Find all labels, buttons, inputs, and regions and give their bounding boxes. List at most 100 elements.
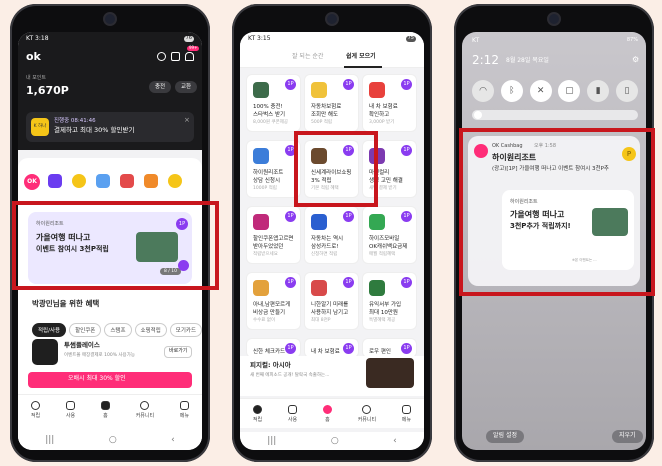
chip-stamp[interactable]: 스탬프	[104, 323, 132, 337]
offer-card[interactable]: 1P 신한 체크카드	[246, 338, 301, 358]
mute-icon[interactable]: ✕	[529, 80, 552, 102]
tab-earn[interactable]: 적립	[253, 404, 262, 423]
offer-line2: 받아두었었던	[253, 244, 284, 250]
phone2-tab-bar: 적립 사용 홈 커뮤니티 메뉴	[240, 398, 424, 428]
charge-button[interactable]: 충전	[149, 81, 172, 94]
chip-earn-use[interactable]: 적립/사용	[32, 323, 67, 337]
offer-line1: 신한 체크카드	[253, 349, 286, 355]
offer-line1: 할인쿠폰앱고르면	[253, 236, 294, 242]
chat-icon	[140, 400, 150, 410]
rotate-icon[interactable]: ▢	[558, 80, 581, 102]
chat-icon	[362, 404, 372, 414]
home-nav-icon[interactable]: ○	[331, 436, 339, 446]
feed-desc: 새 번째 에피소드 공개! 탈락국 속출하는...	[250, 373, 330, 378]
wifi-icon[interactable]: ◠	[472, 80, 494, 102]
offer-card[interactable]: 1P 자동차는 역시 삼성카드로! 신청하면 적립	[304, 206, 359, 264]
flashlight-icon[interactable]: ▮	[587, 80, 610, 102]
offer-card[interactable]: 1P 로우 편인	[362, 338, 417, 358]
bluetooth-icon[interactable]: ᛒ	[500, 80, 523, 102]
offer-line3: 특별혜택 제공	[369, 318, 396, 323]
offer-card[interactable]: 1P 아내,남편모르게 비상금 만들기 수수료 없이	[246, 272, 301, 330]
point-badge: 1P	[401, 79, 412, 90]
store-logo	[32, 339, 58, 365]
category-icon-3[interactable]	[96, 174, 110, 188]
ok-home-icon	[322, 404, 332, 414]
points-label: 내 포인트	[26, 75, 46, 81]
offer-thumbnail	[311, 280, 327, 296]
chip-card[interactable]: 모기카드	[169, 323, 202, 337]
tab-earn[interactable]: 적립	[30, 400, 40, 419]
recents-icon[interactable]: |||	[45, 435, 54, 445]
power-saving-icon[interactable]: ▯	[615, 80, 638, 102]
tab-home[interactable]: 홈	[100, 400, 110, 419]
highlight-box-1	[12, 201, 219, 290]
recents-icon[interactable]: |||	[267, 436, 276, 446]
point-badge: 1P	[285, 277, 296, 288]
tab-community[interactable]: 커뮤니티	[358, 404, 376, 423]
offer-thumbnail	[253, 82, 269, 98]
promo-title: 결제하고 최대 30% 할인받기	[54, 126, 135, 134]
category-icon-1[interactable]	[48, 174, 62, 188]
close-icon[interactable]: ×	[184, 116, 190, 124]
point-badge: 1P	[285, 79, 296, 90]
settings-gear-icon[interactable]: ⚙	[632, 55, 639, 64]
tab-label: 메뉴	[179, 412, 190, 419]
offer-card[interactable]: 1P 할인쿠폰앱고르면 받아두었었던 적립받으세요	[246, 206, 301, 264]
offer-line3: 수수료 없이	[253, 318, 276, 323]
notification-settings-button[interactable]: 알림 설정	[486, 430, 524, 443]
offer-line2: 비상금 만들기	[253, 310, 286, 316]
point-badge: 1P	[343, 79, 354, 90]
bell-icon[interactable]	[185, 52, 194, 61]
offer-card[interactable]: 1P 하이원리조트 상담 신청시 1000P 적립	[246, 140, 301, 198]
tab-easy-collect[interactable]: 쉽게 모으기	[346, 53, 376, 61]
category-icon-5[interactable]	[144, 174, 158, 188]
store-go-button[interactable]: 바로가기	[164, 346, 193, 358]
offer-line3: 3,000P 받기	[369, 120, 395, 125]
tab-menu[interactable]: 메뉴	[179, 400, 190, 419]
tab-menu[interactable]: 메뉴	[401, 404, 412, 423]
offer-card[interactable]: 1P 하이즈모바일 OK캐쉬백요금제 매월 적립혜택	[362, 206, 417, 264]
chip-coupon[interactable]: 할인쿠폰	[69, 323, 102, 337]
search-icon[interactable]	[157, 52, 166, 61]
tab-use[interactable]: 사용	[66, 400, 75, 419]
offer-line2: 사용하지 남기고	[311, 310, 349, 316]
back-icon[interactable]: ‹	[393, 436, 397, 446]
clear-button[interactable]: 지우기	[612, 430, 643, 443]
grid-icon	[401, 404, 411, 414]
category-icon-4[interactable]	[120, 174, 134, 188]
tab-use[interactable]: 사용	[287, 404, 298, 423]
clock-time: 2:12	[472, 53, 499, 67]
category-icon-6[interactable]	[168, 174, 182, 188]
tab-label: 메뉴	[401, 416, 412, 423]
tab-easy-win[interactable]: 잘 되는 순간	[292, 53, 323, 61]
offer-line3: 신청하면 적립	[311, 252, 338, 257]
offer-thumbnail	[311, 82, 327, 98]
phone1-tab-bar: 적립 사용 홈 커뮤니티 메뉴	[18, 394, 202, 424]
offer-thumbnail	[253, 214, 269, 230]
brightness-handle[interactable]	[474, 111, 482, 119]
app-logo: ok	[26, 50, 41, 63]
offer-card[interactable]: 1P 내 차 보험료 확인하고 3,000P 받기	[362, 74, 417, 132]
back-icon[interactable]: ‹	[171, 435, 175, 445]
tab-home[interactable]: 홈	[322, 404, 332, 423]
chip-shopping[interactable]: 쇼핑적립	[134, 323, 167, 337]
tab-community[interactable]: 커뮤니티	[136, 400, 154, 419]
exchange-button[interactable]: 교환	[175, 81, 198, 94]
store-desc: 이벤트몰 매장결제로 100% 사용가능	[64, 353, 135, 358]
tab-label: 사용	[287, 416, 298, 423]
offer-card[interactable]: 1P 내 차 보험료	[304, 338, 359, 358]
brightness-slider[interactable]	[472, 110, 638, 120]
offer-card[interactable]: 1P 100% 충전! 스타벅스 받기 8,000원 쿠폰제공	[246, 74, 301, 132]
offer-card[interactable]: 1P 자동차보험료 조회만 해도 500P 적립	[304, 74, 359, 132]
home-nav-icon[interactable]: ○	[109, 435, 117, 445]
offer-line2: 최대 10만원	[369, 310, 398, 316]
category-icon-2[interactable]	[72, 174, 86, 188]
compass-icon	[30, 400, 40, 410]
offer-line2: 삼성카드로!	[311, 244, 339, 250]
ok-brand-icon[interactable]: OK	[24, 174, 40, 190]
system-nav-bar: ||| ○ ‹	[240, 432, 424, 450]
offer-card[interactable]: 1P 니한알기 미래를 사용하지 남기고 최대 8천P	[304, 272, 359, 330]
scan-icon[interactable]	[171, 52, 180, 61]
offer-card[interactable]: 1P 유익서부 가입 최대 10만원 특별혜택 제공	[362, 272, 417, 330]
notification-badge: 99+	[187, 45, 200, 51]
